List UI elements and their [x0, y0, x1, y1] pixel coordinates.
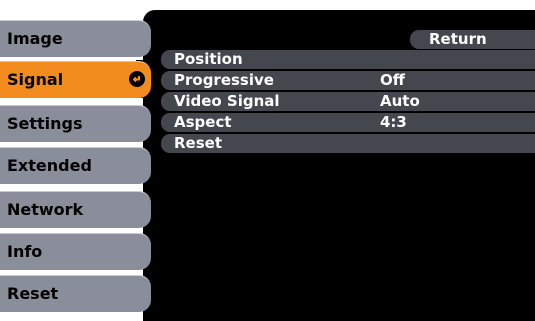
row-label: Reset — [174, 134, 222, 152]
row-value: Auto — [380, 92, 420, 110]
tab-info[interactable]: Info — [0, 233, 151, 270]
menu-row-reset[interactable]: Reset — [161, 134, 535, 153]
signal-submenu-panel: Return Position Progressive Off Video Si… — [143, 10, 535, 321]
tab-network[interactable]: Network — [0, 191, 151, 228]
tab-image[interactable]: Image — [0, 20, 151, 57]
return-button[interactable]: Return — [410, 30, 535, 49]
tab-reset[interactable]: Reset — [0, 275, 151, 312]
tab-label: Reset — [7, 284, 59, 303]
menu-row-aspect[interactable]: Aspect 4:3 — [161, 113, 535, 132]
tab-signal[interactable]: Signal — [0, 61, 151, 98]
row-label: Progressive — [174, 71, 274, 89]
menu-row-position[interactable]: Position — [161, 50, 535, 69]
tab-label: Info — [7, 242, 43, 261]
return-button-label: Return — [429, 30, 487, 48]
tab-label: Network — [7, 200, 84, 219]
tab-extended[interactable]: Extended — [0, 147, 151, 184]
tab-label: Settings — [7, 114, 83, 133]
tab-label: Signal — [7, 70, 64, 89]
enter-icon — [129, 71, 145, 87]
menu-row-progressive[interactable]: Progressive Off — [161, 71, 535, 90]
tab-settings[interactable]: Settings — [0, 105, 151, 142]
row-label: Video Signal — [174, 92, 280, 110]
row-label: Aspect — [174, 113, 232, 131]
row-value: Off — [380, 71, 405, 89]
row-label: Position — [174, 50, 243, 68]
tab-label: Extended — [7, 156, 92, 175]
projector-menu: Return Position Progressive Off Video Si… — [0, 0, 535, 321]
tab-label: Image — [7, 29, 63, 48]
row-value: 4:3 — [380, 113, 407, 131]
menu-row-video-signal[interactable]: Video Signal Auto — [161, 92, 535, 111]
